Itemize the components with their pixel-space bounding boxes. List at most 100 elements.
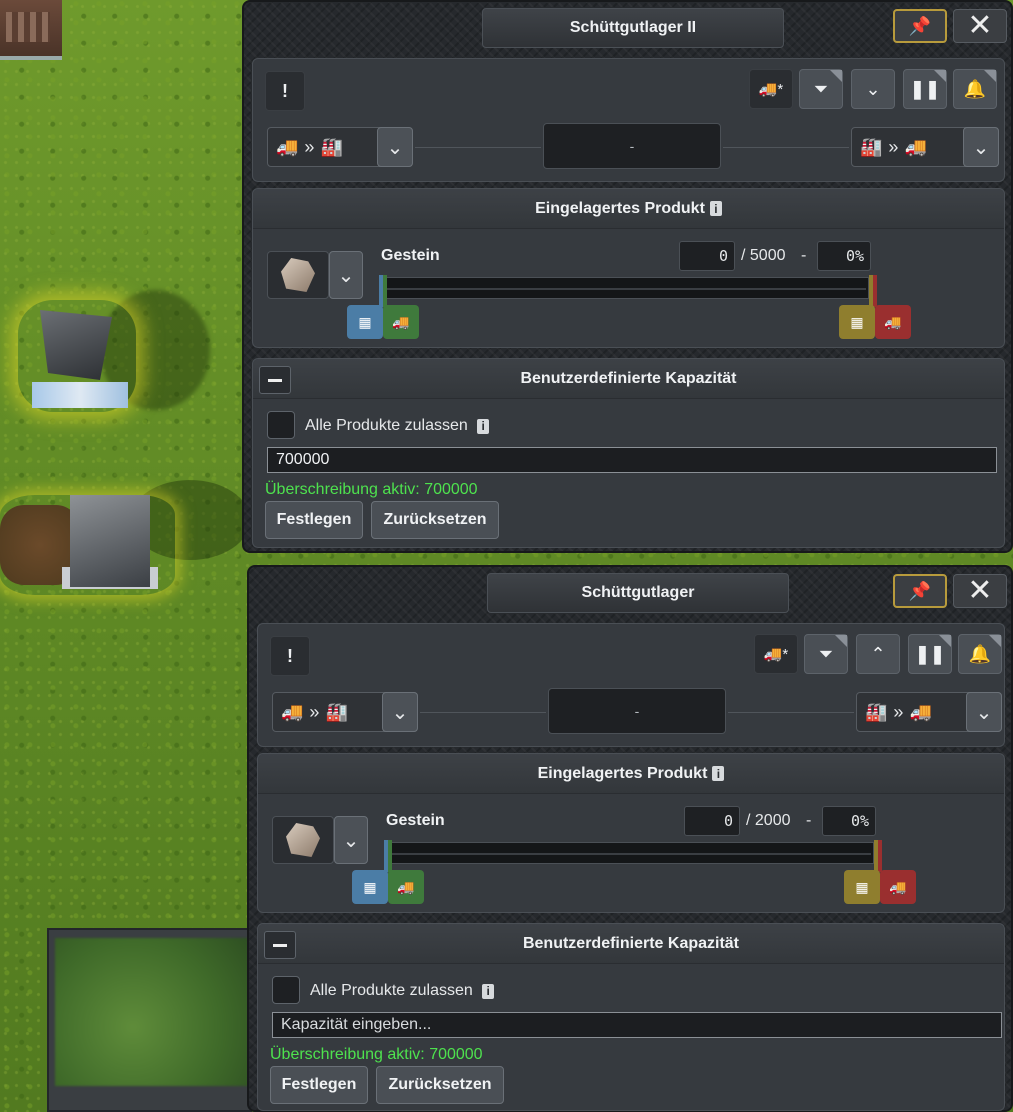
- low-threshold-marker[interactable]: [383, 275, 387, 307]
- export-route-selector[interactable]: 🏭 » 🚚 ⌄: [856, 692, 1002, 732]
- high-threshold-marker[interactable]: [878, 840, 882, 872]
- buffer-direction-button[interactable]: ⌄: [851, 69, 895, 109]
- notice-button[interactable]: !: [270, 636, 310, 676]
- pause-button[interactable]: ❚❚: [903, 69, 947, 109]
- bulk-storage-building-selected[interactable]: [18, 300, 136, 412]
- section-header: Eingelagertes Produkt i: [253, 189, 1004, 229]
- conveyor-icon: ▦: [358, 313, 372, 330]
- storage-progress-bar: [388, 842, 874, 864]
- route-status-box: -: [543, 123, 721, 169]
- notification-button[interactable]: 🔔: [958, 634, 1002, 674]
- conveyor-icon: ▦: [855, 878, 869, 895]
- export-belt-chip[interactable]: ▦: [844, 870, 880, 904]
- import-truck-chip[interactable]: 🚚: [388, 870, 424, 904]
- pin-button[interactable]: 📌: [893, 574, 947, 608]
- chevron-down-icon[interactable]: ⌄: [377, 127, 413, 167]
- chevrons-up-icon: ⌃: [870, 643, 886, 664]
- set-button[interactable]: Festlegen: [265, 501, 363, 539]
- pause-button[interactable]: ❚❚: [908, 634, 952, 674]
- notice-button[interactable]: !: [265, 71, 305, 111]
- stored-product-section: Eingelagertes Produkt i ⌄ Gestein 0 / 50…: [252, 188, 1005, 348]
- capacity-input[interactable]: [267, 447, 997, 473]
- game-world[interactable]: [0, 0, 260, 1112]
- product-dropdown[interactable]: ⌄: [329, 251, 363, 299]
- reset-button[interactable]: Zurücksetzen: [376, 1066, 504, 1104]
- info-icon[interactable]: i: [709, 201, 722, 216]
- storage-panel-1: Schüttgutlager II 📌 ✕ ! 🚚* ⏷ ⌄ ❚❚ 🔔 🚚 » …: [242, 0, 1013, 553]
- high-threshold-marker[interactable]: [873, 275, 877, 307]
- separator: -: [806, 812, 812, 829]
- pin-icon: 📌: [908, 580, 932, 601]
- set-button[interactable]: Festlegen: [270, 1066, 368, 1104]
- close-button[interactable]: ✕: [953, 574, 1007, 608]
- alert-icon: !: [282, 80, 288, 101]
- factory-icon: 🏭: [860, 136, 883, 157]
- divider: [415, 147, 541, 148]
- corner-indicator: [989, 635, 1001, 647]
- building-base: [32, 382, 128, 408]
- filter-button[interactable]: ⏷: [799, 69, 843, 109]
- close-icon: ✕: [967, 574, 993, 607]
- allow-all-checkbox[interactable]: [267, 411, 295, 439]
- panel-titlebar[interactable]: Schüttgutlager 📌 ✕: [249, 567, 1011, 617]
- export-belt-chip[interactable]: ▦: [839, 305, 875, 339]
- pin-button[interactable]: 📌: [893, 9, 947, 43]
- section-header: Eingelagertes Produkt i: [258, 754, 1004, 794]
- truck-icon: 🚚: [281, 701, 304, 722]
- export-route-selector[interactable]: 🏭 » 🚚 ⌄: [851, 127, 999, 167]
- import-truck-chip[interactable]: 🚚: [383, 305, 419, 339]
- product-icon[interactable]: [272, 816, 334, 864]
- product-dropdown[interactable]: ⌄: [334, 816, 368, 864]
- minimap[interactable]: [55, 938, 250, 1086]
- divider: [723, 147, 849, 148]
- info-icon[interactable]: i: [477, 418, 490, 434]
- collapse-button[interactable]: [259, 366, 291, 394]
- allow-all-text: Alle Produkte zulassen: [310, 982, 473, 999]
- reset-button[interactable]: Zurücksetzen: [371, 501, 499, 539]
- allow-all-text: Alle Produkte zulassen: [305, 417, 468, 434]
- product-icon[interactable]: [267, 251, 329, 299]
- notification-button[interactable]: 🔔: [953, 69, 997, 109]
- fill-percent: 0%: [822, 806, 876, 836]
- low-threshold-marker[interactable]: [388, 840, 392, 872]
- import-belt-chip[interactable]: ▦: [352, 870, 388, 904]
- truck-any-icon: 🚚*: [758, 81, 784, 98]
- allow-all-label: Alle Produkte zulassen i: [310, 982, 495, 1000]
- panel-titlebar[interactable]: Schüttgutlager II 📌 ✕: [244, 2, 1011, 52]
- custom-capacity-section: Benutzerdefinierte Kapazität Alle Produk…: [257, 923, 1005, 1111]
- arrow-right-icon: »: [888, 136, 899, 157]
- product-name: Gestein: [386, 812, 445, 829]
- capacity-input[interactable]: [272, 1012, 1002, 1038]
- allow-all-checkbox[interactable]: [272, 976, 300, 1004]
- vehicle-any-button[interactable]: 🚚*: [749, 69, 793, 109]
- import-route-selector[interactable]: 🚚 » 🏭 ⌄: [267, 127, 413, 167]
- divider: [728, 712, 854, 713]
- close-icon: ✕: [967, 9, 993, 42]
- building-top[interactable]: [0, 0, 62, 60]
- bulk-storage-building-selected-2[interactable]: [0, 495, 175, 595]
- import-route-selector[interactable]: 🚚 » 🏭 ⌄: [272, 692, 418, 732]
- truck-icon: 🚚: [884, 313, 902, 330]
- vehicle-any-button[interactable]: 🚚*: [754, 634, 798, 674]
- close-button[interactable]: ✕: [953, 9, 1007, 43]
- section-header: Benutzerdefinierte Kapazität: [258, 924, 1004, 964]
- export-truck-chip[interactable]: 🚚: [875, 305, 911, 339]
- allow-all-label: Alle Produkte zulassen i: [305, 417, 490, 435]
- collapse-button[interactable]: [264, 931, 296, 959]
- stored-amount: 0: [679, 241, 735, 271]
- buffer-direction-button[interactable]: ⌃: [856, 634, 900, 674]
- minimap-frame: [47, 928, 252, 1112]
- chevron-down-icon[interactable]: ⌄: [963, 127, 999, 167]
- filter-icon: ⏷: [813, 78, 829, 99]
- capacity-text: / 2000: [746, 812, 791, 829]
- info-icon[interactable]: i: [712, 766, 725, 781]
- filter-button[interactable]: ⏷: [804, 634, 848, 674]
- export-truck-chip[interactable]: 🚚: [880, 870, 916, 904]
- import-belt-chip[interactable]: ▦: [347, 305, 383, 339]
- logistics-section: ! 🚚* ⏷ ⌄ ❚❚ 🔔 🚚 » 🏭 ⌄ - 🏭 » 🚚 ⌄: [252, 58, 1005, 182]
- info-icon[interactable]: i: [482, 983, 495, 999]
- chevron-down-icon[interactable]: ⌄: [966, 692, 1002, 732]
- progress-track: [386, 288, 866, 290]
- bell-icon: 🔔: [963, 78, 987, 99]
- chevron-down-icon[interactable]: ⌄: [382, 692, 418, 732]
